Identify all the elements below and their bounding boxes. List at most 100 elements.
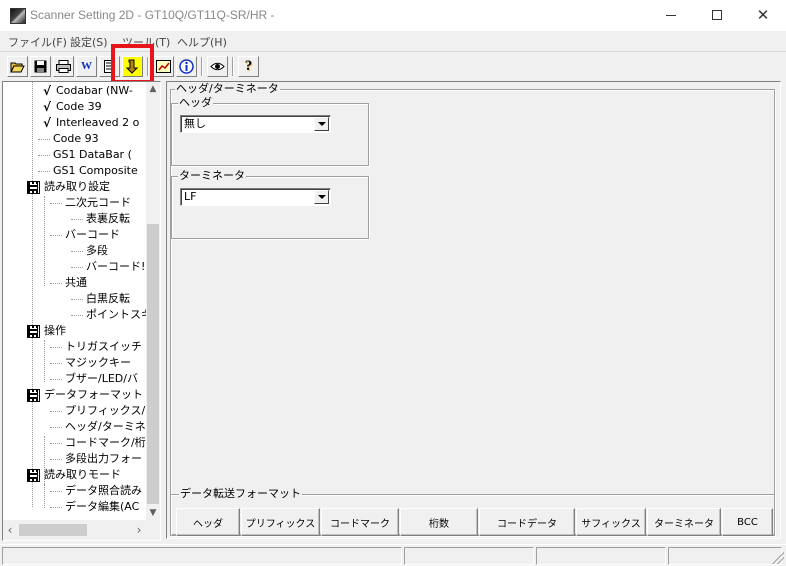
minimize-button[interactable] [648,0,694,31]
format-cell-prefix: プリフィックス [241,508,320,536]
download-to-scanner-icon [126,59,139,74]
info-button[interactable] [176,56,197,77]
toolbar-separator [201,57,203,76]
scrollbar-corner [146,520,160,540]
scroll-thumb[interactable] [19,524,87,536]
header-select[interactable]: 無し [180,115,331,133]
panel-title: ヘッダ/ターミネータ [175,82,280,96]
tree-item-read-settings[interactable]: 読み取り設定 [27,179,110,195]
close-icon: ✕ [756,6,770,24]
help-button[interactable]: ? [238,56,259,77]
scroll-up-icon[interactable]: ▲ [146,82,160,96]
header-dropdown-button[interactable] [314,117,329,131]
format-cell-terminator: ターミネータ [647,508,721,536]
menu-settings[interactable]: 設定(S) [70,34,108,50]
close-button[interactable]: ✕ [740,0,786,31]
status-pane [668,547,782,565]
open-button[interactable] [7,56,28,77]
tree-guide-line [32,82,33,507]
print-icon [56,60,71,73]
settings-main-panel: ヘッダ/ターミネータ ヘッダ 無し ターミネータ LF データ転送フォーマット [166,81,781,539]
chevron-down-icon [317,195,326,199]
tree-item-prefix[interactable]: プリフィックス/ [50,403,145,419]
tree-item-code39[interactable]: √ Code 39 [41,99,102,115]
tree-item-gs1-databar[interactable]: GS1 DataBar ( [38,147,132,163]
scroll-thumb[interactable] [147,224,159,504]
save-button[interactable] [30,56,51,77]
format-cell-header: ヘッダ [176,508,240,536]
tree-guide-line [44,196,45,286]
tree-item-code93[interactable]: Code 93 [38,131,99,147]
tree-item-code-mark[interactable]: コードマーク/桁 [50,435,146,451]
tree-item-read-mode[interactable]: 読み取りモード [27,467,121,483]
format-cell-bcc: BCC [722,508,773,536]
qr-folder-icon [27,180,40,194]
resize-grip-icon[interactable] [772,552,784,564]
format-cell-suffix: サフィックス [576,508,646,536]
tree-item-common[interactable]: 共通 [50,275,87,291]
tree-item-data-edit[interactable]: データ編集(AC [50,499,139,515]
tree-horizontal-scrollbar[interactable]: ‹ › [3,520,146,540]
chart-button[interactable] [153,56,174,77]
format-cell-code-mark: コードマーク [321,508,399,536]
word-export-button[interactable]: W [76,56,97,77]
tree-item-header-terminator[interactable]: ヘッダ/ターミネ [50,419,146,435]
window-title: Scanner Setting 2D - GT10Q/GT11Q-SR/HR - [30,8,275,22]
menu-tools[interactable]: ツール(T) [122,34,170,50]
maximize-button[interactable] [694,0,740,31]
terminator-dropdown-button[interactable] [314,190,329,204]
tree-item-data-format[interactable]: データフォーマット [27,387,143,403]
transfer-format-title: データ転送フォーマット [179,487,302,501]
terminator-label: ターミネータ [178,169,246,183]
view-button[interactable] [207,56,228,77]
read-settings-button[interactable] [99,56,120,77]
tree-item-mirror[interactable]: 表裏反転 [71,211,130,227]
menu-file[interactable]: ファイル(F) [8,34,67,50]
maximize-icon [712,10,722,20]
tree-vertical-scrollbar[interactable]: ▲ ▼ [146,82,160,520]
tree-guide-line [44,340,45,382]
title-bar: Scanner Setting 2D - GT10Q/GT11Q-SR/HR -… [0,0,786,31]
qr-folder-icon [27,324,40,338]
tree-item-multirow[interactable]: 多段 [71,243,108,259]
tree-item-invert[interactable]: 白黒反転 [71,291,130,307]
print-button[interactable] [53,56,74,77]
tree-item-barcode-sub[interactable]: バーコード! [71,259,145,275]
download-to-scanner-button[interactable] [122,56,143,77]
terminator-group: ターミネータ LF [171,169,369,239]
tree-item-buzzer-led[interactable]: ブザー/LED/バ [50,371,138,387]
terminator-select-value: LF [184,190,197,203]
header-group: ヘッダ 無し [171,96,369,166]
tree-item-point-scan[interactable]: ポイントスキ [71,307,146,323]
tree-item-interleaved[interactable]: √ Interleaved 2 o [41,115,139,131]
scroll-left-icon[interactable]: ‹ [3,522,17,538]
minimize-icon [666,14,676,16]
status-bar [0,544,786,566]
tree-item-barcode[interactable]: バーコード [50,227,120,243]
status-pane [536,547,666,565]
status-pane-main [2,547,402,565]
tree-item-gs1-composite[interactable]: GS1 Composite [38,163,138,179]
status-pane [404,547,534,565]
open-folder-icon [10,62,25,73]
qr-folder-icon [27,468,40,482]
format-cell-digits: 桁数 [400,508,478,536]
toolbar: W ? [0,51,786,81]
settings-tree: √ Codabar (NW- √ Code 39 √ Interleaved 2 o … [3,82,146,520]
tree-item-operation[interactable]: 操作 [27,323,66,339]
scroll-right-icon[interactable]: › [132,522,146,538]
tree-item-trigger-switch[interactable]: トリガスイッチ [50,339,142,355]
terminator-select[interactable]: LF [180,188,331,206]
tree-item-2d-code[interactable]: 二次元コード [50,195,131,211]
tree-item-multirow-output[interactable]: 多段出力フォー [50,451,142,467]
tree-item-data-match[interactable]: データ照合読み [50,483,142,499]
info-icon [179,59,194,74]
toolbar-separator [232,57,234,76]
check-icon: √ [42,100,51,114]
tree-guide-line [44,484,45,508]
menu-help[interactable]: ヘルプ(H) [177,34,227,50]
scroll-down-icon[interactable]: ▼ [146,506,160,520]
tree-item-magic-key[interactable]: マジックキー [50,355,131,371]
check-icon: √ [42,84,51,98]
tree-item-codabar[interactable]: √ Codabar (NW- [41,83,133,99]
